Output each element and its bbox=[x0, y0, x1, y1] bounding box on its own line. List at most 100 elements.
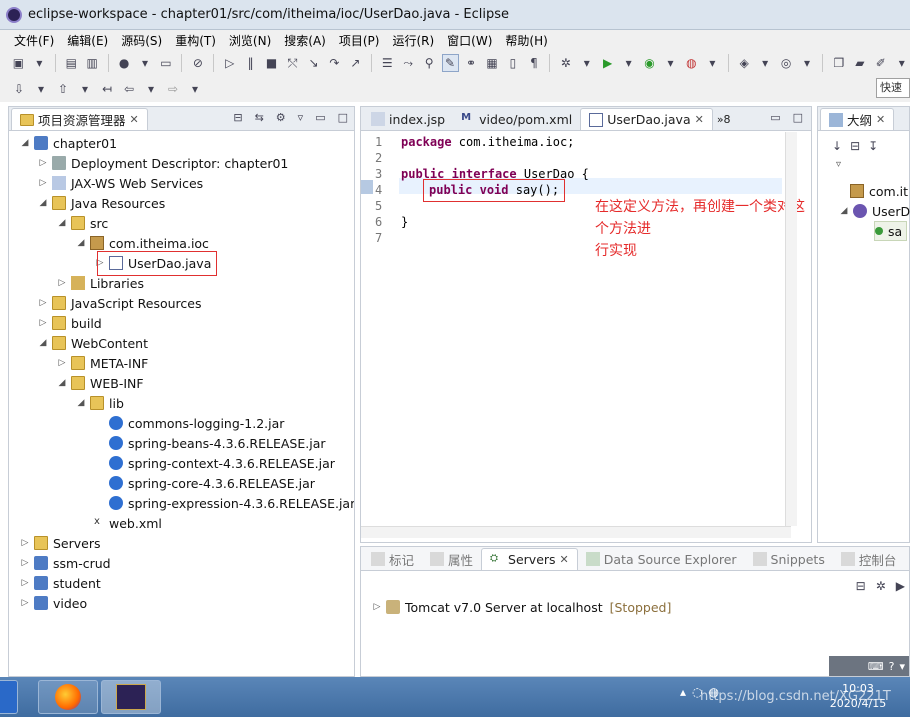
collapse-all-icon[interactable]: ⊟ bbox=[856, 579, 866, 593]
tree-item[interactable]: ▷ JavaScript Resources bbox=[37, 293, 202, 313]
highlight-icon[interactable]: ✎ bbox=[441, 54, 459, 72]
debug-server-icon[interactable]: ✲ bbox=[876, 579, 886, 593]
save-all-icon[interactable]: ▥ bbox=[84, 54, 101, 72]
tree-item[interactable]: ◢ src bbox=[56, 213, 109, 233]
expanded-arrow-icon[interactable]: ◢ bbox=[37, 198, 49, 208]
maximize-icon[interactable]: □ bbox=[793, 111, 803, 124]
chevron-down-icon[interactable]: ▾ bbox=[142, 80, 160, 98]
tab-overflow[interactable]: »8 bbox=[713, 108, 735, 130]
link-icon[interactable]: ⚭ bbox=[463, 54, 480, 72]
expanded-arrow-icon[interactable]: ◢ bbox=[75, 398, 87, 408]
view-menu-icon[interactable]: ▿ bbox=[836, 159, 841, 170]
tree-item[interactable]: ◢ WebContent bbox=[37, 333, 148, 353]
collapsed-arrow-icon[interactable]: ▷ bbox=[37, 298, 49, 308]
outline-item[interactable]: com.it bbox=[850, 181, 908, 201]
collapsed-arrow-icon[interactable]: ▷ bbox=[371, 602, 383, 612]
step-into-icon[interactable]: ↘ bbox=[305, 54, 322, 72]
new-class-icon[interactable]: ◎ bbox=[778, 54, 795, 72]
collapsed-arrow-icon[interactable]: ▷ bbox=[19, 558, 31, 568]
close-icon[interactable]: ✕ bbox=[876, 113, 885, 126]
tree-item[interactable]: ◢ WEB-INF bbox=[56, 373, 144, 393]
collapsed-arrow-icon[interactable]: ▷ bbox=[19, 598, 31, 608]
tree-item[interactable]: ▷ build bbox=[37, 313, 102, 333]
external-tools-icon[interactable]: ◍ bbox=[683, 54, 700, 72]
chevron-down-icon[interactable]: ▾ bbox=[662, 54, 679, 72]
collapsed-arrow-icon[interactable]: ▷ bbox=[37, 158, 49, 168]
code-area[interactable]: 1 2 3 4 5 6 7 package com.itheima.ioc; p… bbox=[361, 132, 811, 542]
chevron-down-icon[interactable]: ▾ bbox=[31, 54, 48, 72]
menu-project[interactable]: 项目(P) bbox=[339, 32, 380, 49]
chevron-down-icon[interactable]: ▾ bbox=[893, 54, 910, 72]
view-menu-icon[interactable]: ▿ bbox=[298, 111, 304, 124]
use-step-filters-icon[interactable]: ⤳ bbox=[400, 54, 417, 72]
tab-project-explorer[interactable]: 项目资源管理器 ✕ bbox=[11, 108, 148, 130]
menu-run[interactable]: 运行(R) bbox=[392, 32, 434, 49]
chevron-down-icon[interactable]: ▾ bbox=[137, 54, 154, 72]
menu-help[interactable]: 帮助(H) bbox=[505, 32, 547, 49]
menu-file[interactable]: 文件(F) bbox=[14, 32, 54, 49]
run-icon[interactable]: ▶ bbox=[599, 54, 616, 72]
new-java-project-icon[interactable]: ◈ bbox=[736, 54, 753, 72]
tree-item[interactable]: spring-beans-4.3.6.RELEASE.jar bbox=[109, 433, 326, 453]
tree-item[interactable]: ◢ Java Resources bbox=[37, 193, 166, 213]
expanded-arrow-icon[interactable]: ◢ bbox=[838, 206, 850, 216]
chevron-down-icon[interactable]: ▾ bbox=[704, 54, 721, 72]
step-return-icon[interactable]: ↗ bbox=[347, 54, 364, 72]
chevron-down-icon[interactable]: ▾ bbox=[799, 54, 816, 72]
maximize-icon[interactable]: □ bbox=[338, 111, 348, 124]
open-folder-icon[interactable]: ▰ bbox=[851, 54, 868, 72]
tab-data-source-explorer[interactable]: Data Source Explorer bbox=[578, 548, 745, 570]
firefox-app-button[interactable] bbox=[38, 680, 98, 714]
menu-refactor[interactable]: 重构(T) bbox=[175, 32, 216, 49]
chevron-down-icon[interactable]: ▾ bbox=[76, 80, 94, 98]
tab-servers[interactable]: ⛭ Servers ✕ bbox=[481, 548, 578, 570]
start-server-icon[interactable]: ▶ bbox=[896, 579, 905, 593]
vertical-scrollbar[interactable] bbox=[785, 132, 797, 526]
chevron-down-icon[interactable]: ▾ bbox=[899, 660, 905, 673]
close-icon[interactable]: ✕ bbox=[130, 113, 139, 126]
tree-item[interactable]: ▷ JAX-WS Web Services bbox=[37, 173, 204, 193]
tab-snippets[interactable]: Snippets bbox=[745, 548, 833, 570]
tree-item[interactable]: ▷ video bbox=[19, 593, 88, 613]
new-icon[interactable]: ▣ bbox=[10, 54, 27, 72]
tab-outline[interactable]: 大纲 ✕ bbox=[820, 108, 895, 130]
coverage-icon[interactable]: ◉ bbox=[641, 54, 658, 72]
tree-item[interactable]: ◢ com.itheima.ioc bbox=[75, 233, 209, 253]
next-annotation-icon[interactable]: ⇩ bbox=[10, 80, 28, 98]
open-type-icon[interactable]: ❐ bbox=[830, 54, 847, 72]
tree-item[interactable]: commons-logging-1.2.jar bbox=[109, 413, 284, 433]
save-icon[interactable]: ▤ bbox=[63, 54, 80, 72]
collapsed-arrow-icon[interactable]: ▷ bbox=[37, 318, 49, 328]
chevron-up-icon[interactable]: ▴ bbox=[680, 685, 686, 699]
task-icon[interactable]: ▦ bbox=[484, 54, 501, 72]
horizontal-scrollbar[interactable] bbox=[361, 526, 791, 538]
forward-icon[interactable]: ⇨ bbox=[164, 80, 182, 98]
pin-icon[interactable]: ⚲ bbox=[421, 54, 438, 72]
skip-breakpoints-icon[interactable]: ⊘ bbox=[189, 54, 206, 72]
step-over-icon[interactable]: ↷ bbox=[326, 54, 343, 72]
user-icon[interactable]: ● bbox=[116, 54, 133, 72]
tree-item[interactable]: spring-context-4.3.6.RELEASE.jar bbox=[109, 453, 335, 473]
chevron-down-icon[interactable]: ▾ bbox=[620, 54, 637, 72]
chevron-down-icon[interactable]: ▾ bbox=[186, 80, 204, 98]
tree-item[interactable]: ◢ lib bbox=[75, 393, 124, 413]
keyboard-icon[interactable]: ⌨ bbox=[868, 660, 884, 673]
debug-icon[interactable]: ✲ bbox=[557, 54, 574, 72]
filter-icon[interactable]: ⚙ bbox=[276, 111, 286, 124]
menu-search[interactable]: 搜索(A) bbox=[284, 32, 326, 49]
menu-window[interactable]: 窗口(W) bbox=[447, 32, 492, 49]
outline-item[interactable]: ◢ UserD bbox=[838, 201, 910, 221]
chevron-down-icon[interactable]: ▾ bbox=[757, 54, 774, 72]
tree-item[interactable]: ▷ Deployment Descriptor: chapter01 bbox=[37, 153, 289, 173]
link-editor-icon[interactable]: ⇆ bbox=[255, 111, 264, 124]
toggle-block-icon[interactable]: ▯ bbox=[504, 54, 521, 72]
chevron-down-icon[interactable]: ▾ bbox=[32, 80, 50, 98]
tree-item[interactable]: spring-core-4.3.6.RELEASE.jar bbox=[109, 473, 315, 493]
disconnect-icon[interactable]: ⤲ bbox=[284, 54, 301, 72]
collapsed-arrow-icon[interactable]: ▷ bbox=[56, 278, 68, 288]
close-icon[interactable]: ✕ bbox=[695, 113, 704, 126]
quick-access-input[interactable]: 快速 bbox=[876, 78, 910, 98]
open-console-icon[interactable]: ☰ bbox=[379, 54, 396, 72]
collapsed-arrow-icon[interactable]: ▷ bbox=[37, 178, 49, 188]
close-icon[interactable]: ✕ bbox=[560, 553, 569, 566]
